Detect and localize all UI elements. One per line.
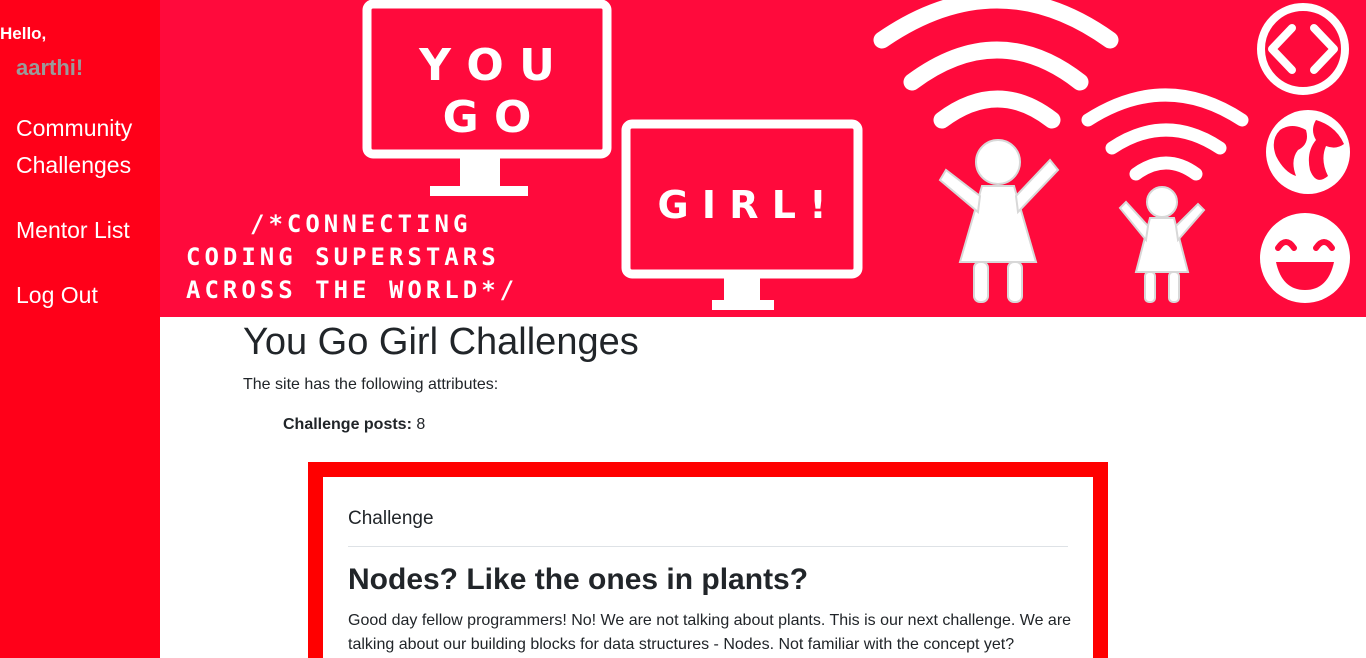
challenge-body: Good day fellow programmers! No! We are … <box>348 612 1072 653</box>
intro-text: The site has the following attributes: <box>243 376 499 393</box>
nav-community-challenges[interactable]: Community Challenges <box>16 110 156 184</box>
tagline-line2: CODING SUPERSTARS <box>186 243 500 271</box>
girl-figure-icon <box>1118 186 1206 303</box>
challenge-posts-count: 8 <box>416 416 426 433</box>
banner: Y O U G O G I R L ! /*CONNECTING CODING … <box>160 0 1366 317</box>
girl-figure-icon <box>938 139 1060 303</box>
sidebar: Hello, aarthi! Community Challenges Ment… <box>0 0 160 658</box>
smiley-icon <box>1260 213 1350 303</box>
monitor1-line1: Y O U <box>418 40 555 91</box>
code-icon <box>1257 3 1349 95</box>
card-divider <box>348 546 1068 547</box>
monitor1-line2: G O <box>443 92 532 143</box>
globe-icon <box>1266 110 1350 194</box>
username: aarthi! <box>16 55 84 80</box>
challenge-card-frame: Challenge Nodes? Like the ones in plants… <box>308 462 1108 658</box>
greeting: Hello, <box>0 24 47 43</box>
wifi-icon <box>873 0 1119 129</box>
challenge-posts-label: Challenge posts: <box>283 416 412 433</box>
challenge-title[interactable]: Nodes? Like the ones in plants? <box>348 563 808 597</box>
monitor-icon: Y O U G O <box>362 0 612 196</box>
nav-log-out[interactable]: Log Out <box>16 277 98 314</box>
tagline-line1: /*CONNECTING <box>250 210 471 238</box>
card-header: Challenge <box>348 508 434 529</box>
monitor2-text: G I R L ! <box>657 183 826 227</box>
page-title: You Go Girl Challenges <box>243 321 639 363</box>
tagline-line3: ACROSS THE WORLD*/ <box>186 276 518 304</box>
challenge-card: Challenge Nodes? Like the ones in plants… <box>323 477 1093 658</box>
nav-mentor-list[interactable]: Mentor List <box>16 212 130 249</box>
wifi-icon <box>1081 88 1249 181</box>
challenge-posts-attribute: Challenge posts: 8 <box>283 416 425 434</box>
monitor-icon: G I R L ! <box>621 119 863 310</box>
